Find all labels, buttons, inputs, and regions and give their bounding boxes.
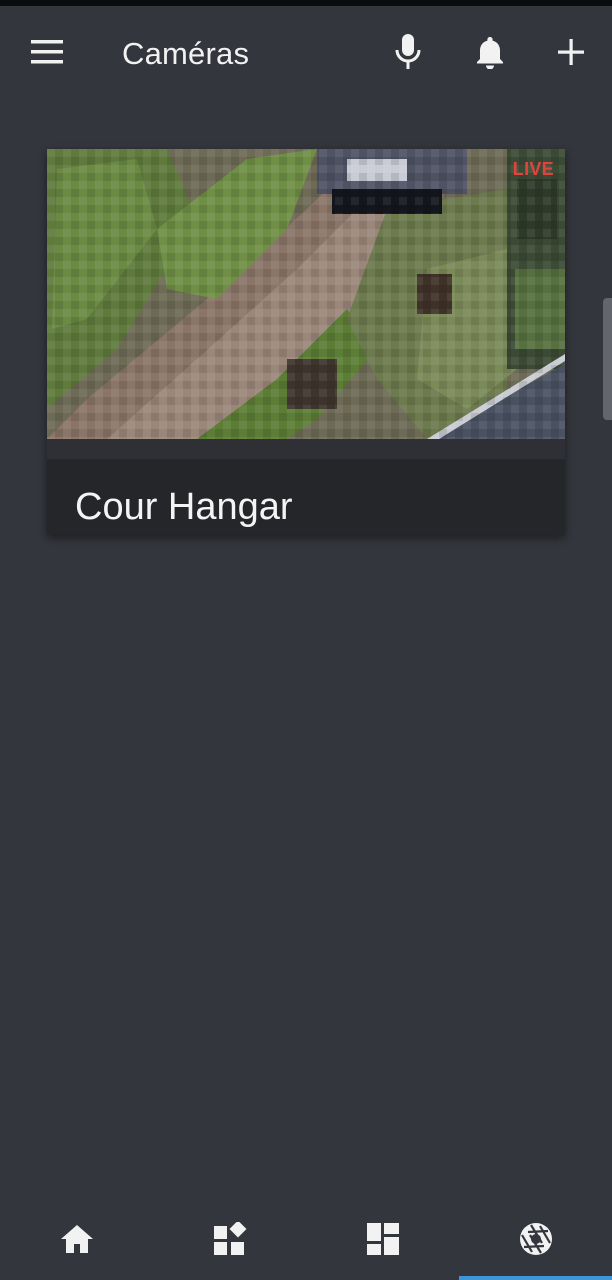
widgets-icon <box>213 1222 246 1255</box>
menu-button[interactable] <box>19 24 75 80</box>
add-button[interactable] <box>543 24 599 80</box>
nav-item-widgets[interactable] <box>153 1198 306 1280</box>
camera-name: Cour Hangar <box>75 486 293 528</box>
nav-item-cameras[interactable] <box>459 1198 612 1280</box>
camera-feed-picture <box>47 149 565 439</box>
home-icon <box>60 1225 93 1253</box>
bell-icon <box>477 37 503 69</box>
mic-icon <box>395 34 421 69</box>
nav-item-home[interactable] <box>0 1198 153 1280</box>
menu-icon <box>31 40 63 64</box>
plus-icon <box>558 39 584 65</box>
camera-card[interactable]: LIVE Cour Hangar <box>47 149 565 535</box>
nav-selected-indicator <box>459 1276 612 1280</box>
scrollbar-thumb[interactable] <box>603 298 612 420</box>
dashboard-icon <box>366 1223 399 1255</box>
camera-aperture-icon <box>519 1223 552 1255</box>
page-title: Caméras <box>122 36 250 71</box>
bottom-navigation <box>0 1198 612 1280</box>
live-badge: LIVE <box>512 159 554 179</box>
camera-feed-image[interactable]: LIVE <box>47 149 565 439</box>
voice-button[interactable] <box>380 24 436 80</box>
card-divider <box>47 439 565 459</box>
app-bar: Caméras <box>0 6 612 102</box>
nav-item-dashboard[interactable] <box>306 1198 459 1280</box>
notifications-button[interactable] <box>462 24 518 80</box>
